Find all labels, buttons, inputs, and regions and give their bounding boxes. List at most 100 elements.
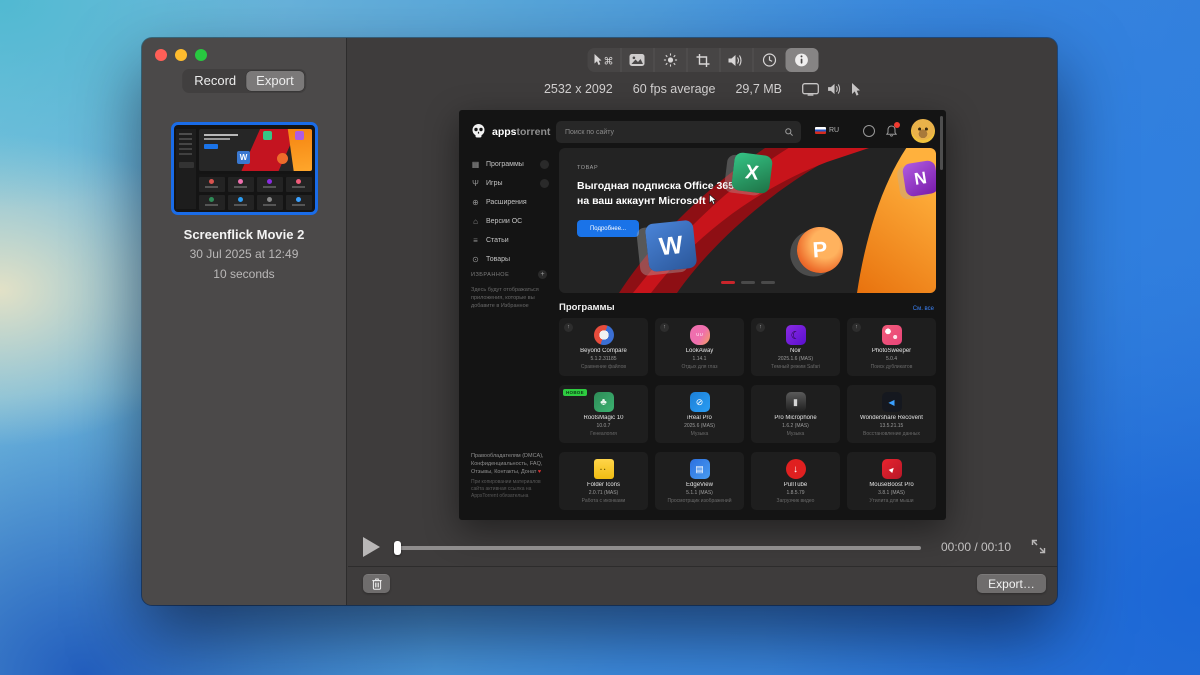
site-nav-articles: ≡Статьи [471,236,549,245]
app-name: Folder Icons [559,482,648,488]
onenote-tile: N [902,160,936,198]
site-scrollbar [940,116,943,170]
heart-icon: ♥ [538,469,541,475]
export-button[interactable]: Export… [977,574,1046,593]
count-badge [540,160,549,169]
recording-thumbnail[interactable]: W [171,122,318,215]
zoom-button[interactable] [195,49,207,61]
minimize-button[interactable] [175,49,187,61]
audio-track-icon [828,83,842,95]
app-desc: Загрузчик видео [751,498,840,504]
app-desc: Просмотрщик изображений [655,498,744,504]
app-desc: Отдых для глаз [655,364,744,370]
timeline-slider[interactable] [394,546,921,550]
app-card: ↓ PullTube 1.8.5.79 Загрузчик видео [751,452,840,510]
time-button[interactable] [752,48,785,72]
app-name: iReal Pro [655,415,744,421]
beyond-compare-app-icon [594,325,614,345]
site-footer-note: При копировании материалов сайта активна… [471,479,545,500]
banner-more-button: Подробнее... [577,220,639,237]
cursor-options-button[interactable]: ⌘ [587,48,620,72]
favorites-add-icon: + [538,270,547,279]
user-avatar [911,119,935,143]
app-version: 2025.6 (MAS) [655,423,744,429]
os-icon: ⌂ [471,217,480,226]
stat-framerate: 60 fps average [633,82,716,96]
programs-icon: ▦ [471,160,480,169]
fullscreen-button[interactable] [1031,539,1046,554]
page-dot-active [721,281,735,284]
video-preview[interactable]: appstorrent Поиск по сайту RU [459,110,946,520]
extensions-icon: ⊕ [471,198,480,207]
mouseboost-app-icon: ► [882,459,902,479]
speaker-icon [729,54,744,67]
crop-button[interactable] [686,48,719,72]
app-version: 5.0.4 [847,356,936,362]
page-dot [741,281,755,284]
app-name: Noir [751,348,840,354]
see-all-link: См. все [913,306,934,312]
detail-panel: ⌘ [348,38,1057,605]
site-nav-programs: ▦Программы [471,160,549,169]
app-version: 1.8.5.79 [751,490,840,496]
app-desc: Сравнение файлов [559,364,648,370]
site-nav-goods: ⊙Товары [471,255,549,264]
recording-title: Screenflick Movie 2 [142,227,346,242]
app-desc: Темный режим Safari [751,364,840,370]
edgeview-app-icon: ▤ [690,459,710,479]
app-name: Pro Microphone [751,415,840,421]
app-card: ↑ PhotoSweeper 5.0.4 Поиск дубликатов [847,318,936,376]
export-tab[interactable]: Export [246,71,304,91]
recording-duration: 10 seconds [142,267,346,281]
bell-icon [886,125,898,137]
app-name: RootsMagic 10 [559,415,648,421]
excel-tile: X [731,152,773,194]
mode-segmented-control: Record Export [182,69,306,93]
brightness-button[interactable] [653,48,686,72]
word-tile: W [645,220,698,273]
clock-icon [762,53,776,67]
stat-filesize: 29,7 MB [735,82,782,96]
app-desc: Работа с иконками [559,498,648,504]
lookaway-app-icon: ∪∪ [690,325,710,345]
delete-recording-button[interactable] [363,574,390,593]
audio-button[interactable] [719,48,752,72]
playhead-handle[interactable] [394,541,401,555]
recording-date: 30 Jul 2025 at 12:49 [142,247,346,261]
app-version: 5.1.2.31185 [559,356,648,362]
app-desc: Музыка [655,431,744,437]
app-card: ► MouseBoost Pro 3.8.1 (MAS) Утилита для… [847,452,936,510]
crop-icon [697,54,710,67]
favorites-hint: Здесь будут отображаться приложения, кот… [471,286,545,310]
app-desc: Поиск дубликатов [847,364,936,370]
banner-pagination [559,281,936,284]
folder-icons-app-icon: ·· [594,459,614,479]
app-desc: Генеалогия [559,431,648,437]
app-name: EdgeView [655,482,744,488]
thumb-mini-card [199,177,225,192]
cursor-track-icon [851,83,861,96]
close-button[interactable] [155,49,167,61]
traffic-lights [155,49,207,61]
recoverit-app-icon: ◀ [882,392,902,412]
app-name: PhotoSweeper [847,348,936,354]
play-button[interactable] [363,537,380,557]
language-selector: RU [815,127,839,134]
games-icon: Ψ [471,179,480,188]
app-card: НОВОЕ ♣ RootsMagic 10 10.0.7 Генеалогия [559,385,648,443]
update-badge: ↑ [564,323,573,332]
brightness-icon [663,53,677,67]
app-card: ·· Folder Icons 2.0.71 (MAS) Работа с ик… [559,452,648,510]
app-name: Beyond Compare [559,348,648,354]
update-badge: ↑ [756,323,765,332]
update-badge: ↑ [660,323,669,332]
record-tab[interactable]: Record [184,71,246,91]
promo-banner: ТОВАР Выгодная подписка Office 365 на ва… [559,148,936,293]
app-name: MouseBoost Pro [847,482,936,488]
app-name: PullTube [751,482,840,488]
image-options-button[interactable] [620,48,653,72]
app-version: 3.8.1 (MAS) [847,490,936,496]
app-card: ◀ Wondershare Recoverit 13.5.21.15 Восст… [847,385,936,443]
info-button[interactable] [785,48,818,72]
app-version: 2.0.71 (MAS) [559,490,648,496]
